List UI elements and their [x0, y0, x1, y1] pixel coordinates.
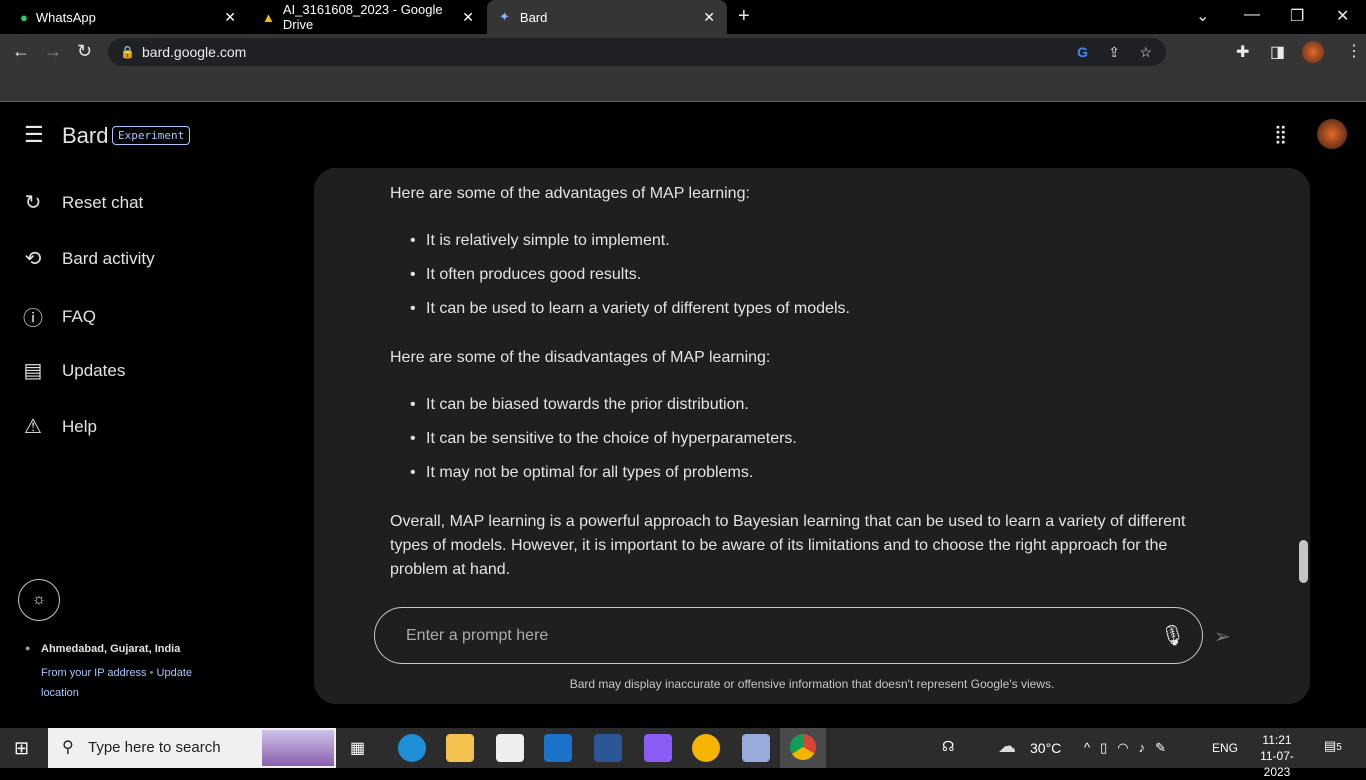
search-placeholder: Type here to search	[88, 739, 221, 756]
ip-source: From your IP address	[41, 667, 147, 679]
list-item: It can be biased towards the prior distr…	[410, 396, 749, 414]
language-indicator[interactable]: ENG	[1212, 741, 1238, 755]
close-tab-icon[interactable]: ✕	[703, 9, 715, 26]
close-window-button[interactable]: ✕	[1336, 6, 1349, 26]
weather-temp[interactable]: 30°C	[1030, 740, 1061, 756]
calendar-icon: ▤	[23, 360, 43, 382]
help-circle-icon: ⓘ	[23, 308, 43, 330]
share-icon[interactable]: ⇪	[1108, 38, 1120, 66]
time: 11:21	[1262, 733, 1292, 747]
app2-icon[interactable]	[742, 734, 770, 762]
sidebar-item-updates[interactable]: ▤ Updates	[22, 358, 126, 383]
reset-icon: ↻	[24, 192, 42, 214]
tab-search-icon[interactable]: ⌄	[1196, 6, 1209, 26]
tab-whatsapp[interactable]: ● WhatsApp ✕	[8, 0, 248, 34]
tray-icons[interactable]: ^▯◠♪✎	[1084, 740, 1176, 756]
profile-avatar[interactable]	[1302, 41, 1324, 63]
microphone-icon[interactable]: 🎙	[1160, 623, 1185, 648]
lock-icon: 🔒	[120, 45, 135, 59]
tab-strip: ● WhatsApp ✕ ▲ AI_3161608_2023 - Google Dri…	[0, 0, 1366, 34]
sun-icon: ☼	[31, 591, 47, 608]
list-item: It is relatively simple to implement.	[410, 232, 670, 250]
bookmarks-bar	[0, 70, 1366, 102]
task-view-icon[interactable]: ▦	[350, 738, 365, 758]
send-button[interactable]: ➢	[1214, 624, 1231, 649]
browser-icon[interactable]	[692, 734, 720, 762]
label: Bard activity	[62, 248, 155, 268]
minimize-button[interactable]: —	[1244, 6, 1260, 24]
weather-icon[interactable]: ☁	[998, 736, 1016, 757]
feedback-icon: ⚠	[24, 416, 42, 438]
sidebar-item-faq[interactable]: ⓘ FAQ	[22, 302, 96, 331]
label: Updates	[62, 360, 126, 380]
account-avatar[interactable]	[1317, 119, 1347, 149]
address-bar[interactable]: 🔒 bard.google.com ☆ ⇪ G	[108, 38, 1166, 66]
label: FAQ	[62, 306, 97, 326]
tab-drive[interactable]: ▲ AI_3161608_2023 - Google Drive ✕	[250, 0, 486, 34]
tab-title: Bard	[519, 9, 548, 25]
back-button[interactable]: ←	[12, 41, 30, 62]
conclusion: Overall, MAP learning is a powerful appr…	[390, 513, 1186, 578]
prompt-input[interactable]: Enter a prompt here	[374, 607, 1203, 664]
apps-grid-icon[interactable]: ⣿	[1274, 124, 1287, 145]
file-explorer-icon[interactable]	[446, 734, 474, 762]
drive-icon: ▲	[262, 9, 275, 25]
close-tab-icon[interactable]: ✕	[224, 9, 236, 26]
notifications-button[interactable]: ▤5	[1324, 738, 1342, 754]
tab-bard[interactable]: ✦ Bard ✕	[487, 0, 727, 34]
history-icon: ⟲	[24, 248, 42, 270]
label: Help	[62, 416, 97, 436]
search-highlight-image	[262, 730, 334, 766]
disadvantages-intro: Here are some of the disadvantages of MA…	[390, 349, 771, 366]
tab-title: WhatsApp	[35, 9, 96, 25]
side-panel-icon[interactable]: ◨	[1270, 42, 1285, 62]
bard-sparkle-icon: ✦	[499, 9, 510, 24]
location-dot-icon: ●	[25, 643, 31, 653]
advantages-intro: Here are some of the advantages of MAP l…	[390, 185, 750, 202]
google-lens-icon[interactable]: G	[1077, 38, 1088, 66]
scrollbar-thumb[interactable]	[1299, 540, 1308, 583]
main-menu-button[interactable]: ☰	[24, 122, 44, 148]
sidebar-item-reset-chat[interactable]: ↻ Reset chat	[22, 190, 144, 215]
url-text: bard.google.com	[142, 44, 247, 60]
search-icon: ⚲	[62, 739, 74, 756]
theme-toggle-button[interactable]: ☼	[18, 579, 60, 621]
label: Reset chat	[62, 192, 144, 212]
location-text: Ahmedabad, Gujarat, India	[41, 643, 181, 655]
sidebar-item-bard-activity[interactable]: ⟲ Bard activity	[22, 246, 155, 271]
list-item: It may not be optimal for all types of p…	[410, 464, 753, 482]
store-icon[interactable]	[496, 734, 524, 762]
list-item: It can be sensitive to the choice of hyp…	[410, 430, 797, 448]
app-icon[interactable]	[644, 734, 672, 762]
menu-icon[interactable]: ⋮	[1346, 41, 1362, 61]
mail-icon[interactable]	[544, 734, 572, 762]
list-item: It can be used to learn a variety of dif…	[410, 300, 850, 318]
extensions-icon[interactable]: ✚	[1236, 42, 1249, 62]
edge-icon[interactable]	[398, 734, 426, 762]
chrome-taskbar-button[interactable]	[780, 728, 826, 768]
forward-button[interactable]: →	[44, 41, 62, 62]
windows-start-button[interactable]: ⊞	[14, 738, 29, 759]
chrome-icon	[790, 734, 816, 760]
date: 11-07-2023	[1260, 749, 1294, 779]
response-content: Here are some of the advantages of MAP l…	[330, 168, 1282, 590]
notification-count: 5	[1336, 742, 1342, 753]
experiment-badge: Experiment	[112, 126, 191, 145]
whatsapp-icon: ●	[20, 9, 28, 25]
new-tab-button[interactable]: +	[738, 5, 750, 28]
close-tab-icon[interactable]: ✕	[462, 9, 474, 26]
list-item: It often produces good results.	[410, 266, 641, 284]
clock[interactable]: 11:21 11-07-2023	[1250, 732, 1304, 780]
sidebar-item-help[interactable]: ⚠ Help	[22, 414, 97, 439]
disclaimer: Bard may display inaccurate or offensive…	[569, 677, 1055, 691]
reload-button[interactable]: ↻	[77, 41, 92, 62]
separator: •	[149, 667, 154, 679]
word-icon[interactable]	[594, 734, 622, 762]
location-source: From your IP address • Update location	[41, 663, 221, 703]
people-icon[interactable]: ☊	[942, 738, 954, 755]
tab-title: AI_3161608_2023 - Google Drive	[282, 2, 443, 32]
restore-button[interactable]: ❐	[1290, 6, 1304, 26]
app-title: Bard	[62, 123, 109, 148]
bookmark-star-icon[interactable]: ☆	[1139, 38, 1152, 66]
